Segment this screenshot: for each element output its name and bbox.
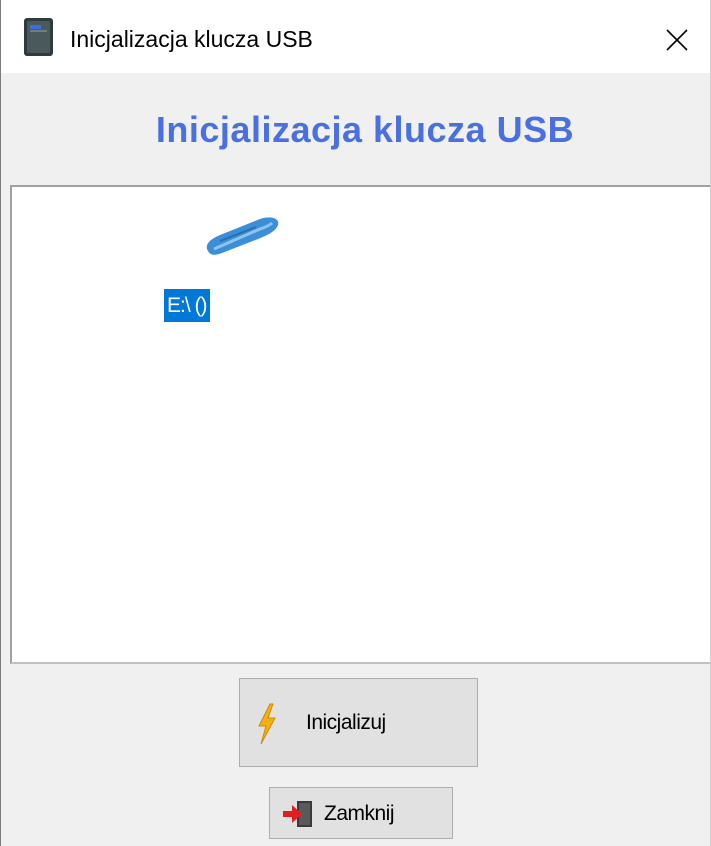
usb-drive-icon [206, 217, 279, 255]
window-close-button[interactable] [655, 22, 697, 58]
initialize-button-label: Inicjalizuj [306, 711, 386, 734]
dialog-header: Inicjalizacja klucza USB [1, 73, 710, 185]
initialize-button[interactable]: Inicjalizuj [239, 678, 478, 767]
lightning-icon [258, 703, 276, 745]
button-bar: Inicjalizuj Zamknij [1, 664, 710, 846]
dialog-heading: Inicjalizacja klucza USB [155, 109, 575, 150]
close-button-label: Zamknij [324, 802, 395, 825]
app-icon [24, 18, 53, 56]
drive-label[interactable]: E:\ () [164, 289, 210, 322]
drive-item-e[interactable]: E:\ () [164, 211, 279, 331]
close-icon [666, 29, 688, 51]
title-bar: Inicjalizacja klucza USB [1, 0, 710, 73]
exit-door-icon [283, 801, 312, 827]
drive-list[interactable]: E:\ () [10, 185, 710, 664]
close-button[interactable]: Zamknij [269, 787, 453, 839]
window-title: Inicjalizacja klucza USB [70, 26, 313, 52]
dialog-window: Inicjalizacja klucza USB Inicjalizacja k… [0, 0, 711, 846]
